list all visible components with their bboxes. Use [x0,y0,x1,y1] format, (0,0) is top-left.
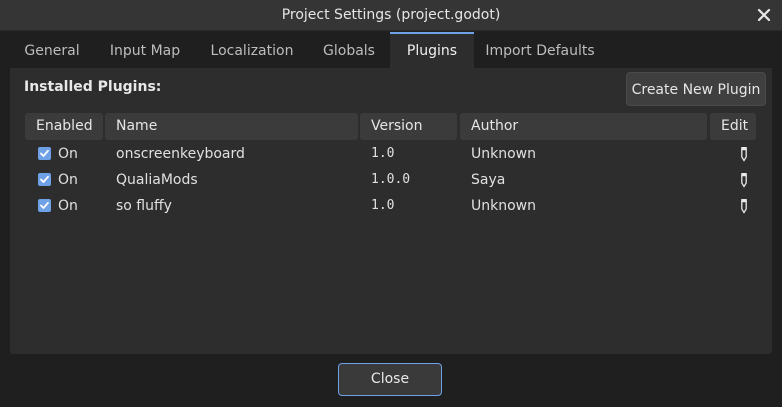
plugin-version: 1.0 [371,146,395,161]
tab-input-map[interactable]: Input Map [102,34,188,68]
column-header-author[interactable]: Author [460,113,707,140]
plugin-version: 1.0.0 [371,172,411,187]
installed-plugins-label: Installed Plugins: [24,79,162,95]
tab-localization[interactable]: Localization [204,34,300,68]
column-header-edit[interactable]: Edit [710,113,756,140]
plugin-name: onscreenkeyboard [116,146,245,162]
enabled-state: On [58,172,78,188]
checkmark-icon [40,175,49,183]
tab-import-defaults[interactable]: Import Defaults [480,34,600,68]
tab-plugins[interactable]: Plugins [390,32,474,68]
column-header-name[interactable]: Name [105,113,358,140]
enabled-checkbox[interactable] [38,147,51,160]
plugin-author: Saya [471,172,506,188]
close-icon [757,8,771,22]
plugin-author: Unknown [471,146,536,162]
tab-bar: General Input Map Localization Globals P… [10,32,772,68]
edit-icon[interactable] [738,172,750,188]
plugins-panel: Installed Plugins: Create New Plugin Ena… [10,68,772,354]
table-row: On so fluffy 1.0 Unknown [24,193,768,219]
enabled-checkbox[interactable] [38,199,51,212]
enabled-checkbox[interactable] [38,173,51,186]
checkmark-icon [40,149,49,157]
close-window-button[interactable] [752,3,776,27]
tab-general[interactable]: General [18,34,86,68]
close-button[interactable]: Close [338,363,442,396]
title-bar: Project Settings (project.godot) [0,0,782,31]
plugin-author: Unknown [471,198,536,214]
table-row: On QualiaMods 1.0.0 Saya [24,167,768,193]
tab-globals[interactable]: Globals [316,34,382,68]
plugin-name: so fluffy [116,198,172,214]
window-title: Project Settings (project.godot) [281,7,501,23]
edit-icon[interactable] [738,146,750,162]
checkmark-icon [40,201,49,209]
create-new-plugin-button[interactable]: Create New Plugin [626,72,766,106]
column-header-enabled[interactable]: Enabled [25,113,103,140]
table-row: On onscreenkeyboard 1.0 Unknown [24,141,768,167]
column-header-version[interactable]: Version [360,113,457,140]
enabled-state: On [58,146,78,162]
plugin-name: QualiaMods [116,172,198,188]
plugin-version: 1.0 [371,198,395,213]
enabled-state: On [58,198,78,214]
edit-icon[interactable] [738,198,750,214]
